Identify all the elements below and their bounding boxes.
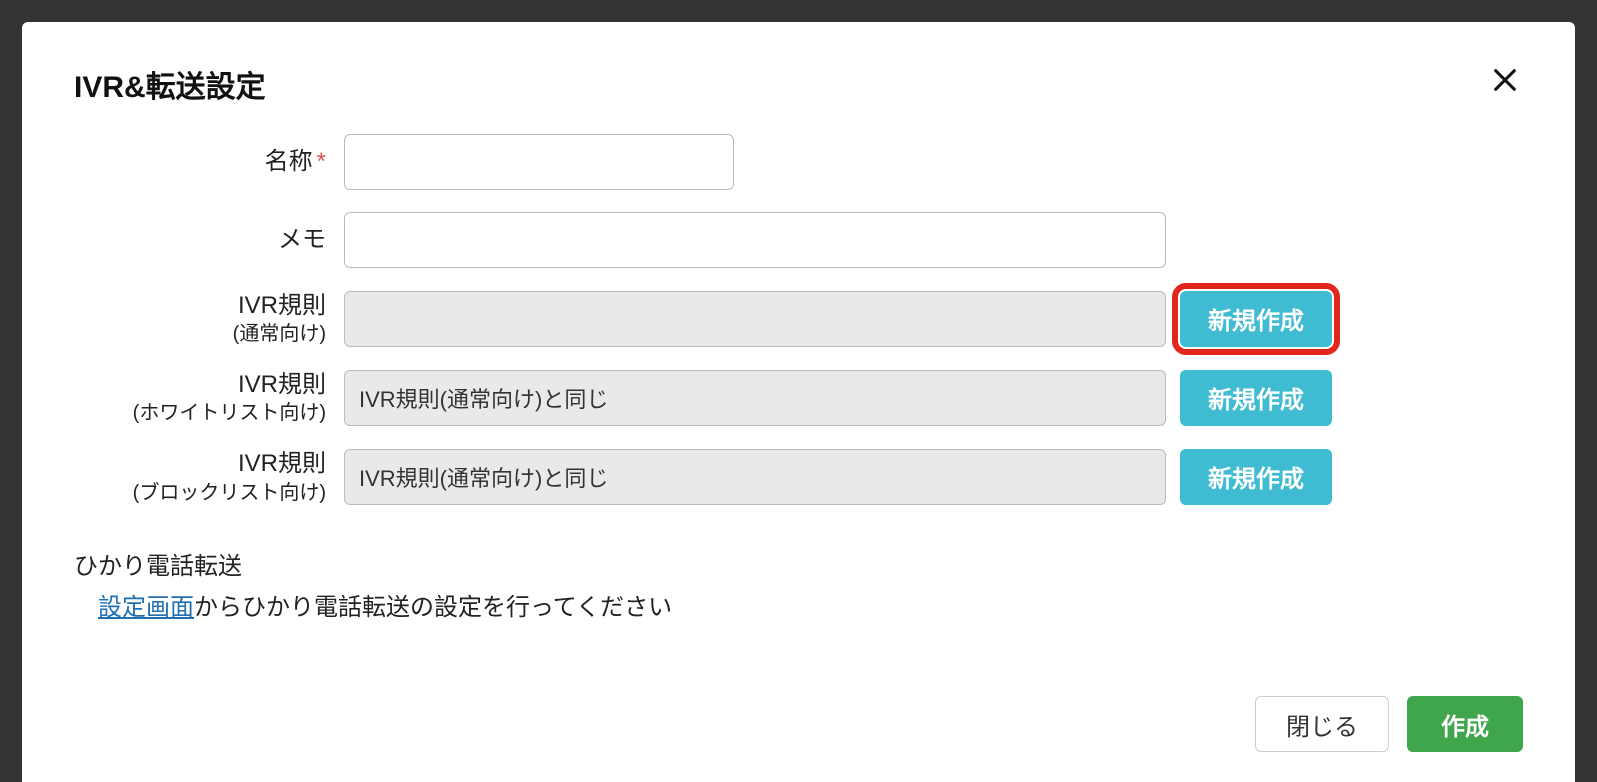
ivr-blocklist-select[interactable]: IVR規則(通常向け)と同じ xyxy=(344,449,1166,505)
label-ivr-normal: IVR規則 (通常向け) xyxy=(74,290,344,347)
row-ivr-whitelist: IVR規則 (ホワイトリスト向け) IVR規則(通常向け)と同じ 新規作成 xyxy=(74,369,1523,426)
memo-input[interactable] xyxy=(344,212,1166,268)
label-ivr-whitelist-text: IVR規則 xyxy=(238,369,326,400)
name-input[interactable] xyxy=(344,134,734,190)
modal-header: IVR&転送設定 xyxy=(74,62,1523,106)
ivr-transfer-settings-modal: IVR&転送設定 名称* メモ IVR規則 (通常向け) 新規作成 xyxy=(22,22,1575,782)
row-name: 名称* xyxy=(74,134,1523,190)
hikari-section: ひかり電話転送 設定画面からひかり電話転送の設定を行ってください xyxy=(74,546,1523,622)
row-ivr-normal: IVR規則 (通常向け) 新規作成 xyxy=(74,290,1523,347)
label-ivr-whitelist: IVR規則 (ホワイトリスト向け) xyxy=(74,369,344,426)
label-ivr-blocklist-text: IVR規則 xyxy=(238,448,326,479)
close-icon-button[interactable] xyxy=(1487,62,1523,98)
ivr-normal-create-button[interactable]: 新規作成 xyxy=(1180,291,1332,347)
label-ivr-whitelist-sub: (ホワイトリスト向け) xyxy=(133,400,326,426)
hikari-description: 設定画面からひかり電話転送の設定を行ってください xyxy=(74,587,1523,622)
close-button[interactable]: 閉じる xyxy=(1255,696,1389,752)
ivr-blocklist-value: IVR規則(通常向け)と同じ xyxy=(359,461,608,493)
ivr-blocklist-create-button[interactable]: 新規作成 xyxy=(1180,449,1332,505)
close-icon xyxy=(1491,66,1519,94)
label-memo-text: メモ xyxy=(278,224,326,255)
required-indicator: * xyxy=(317,148,326,175)
label-ivr-normal-text: IVR規則 xyxy=(238,290,326,321)
hikari-desc-suffix: からひかり電話転送の設定を行ってください xyxy=(194,594,672,621)
ivr-normal-select[interactable] xyxy=(344,291,1166,347)
label-ivr-blocklist: IVR規則 (ブロックリスト向け) xyxy=(74,448,344,505)
hikari-title: ひかり電話転送 xyxy=(74,546,1523,581)
modal-footer: 閉じる 作成 xyxy=(74,666,1523,752)
ivr-whitelist-create-button[interactable]: 新規作成 xyxy=(1180,370,1332,426)
hikari-settings-link[interactable]: 設定画面 xyxy=(98,594,194,621)
label-name: 名称* xyxy=(74,146,344,177)
label-name-text: 名称 xyxy=(265,148,313,175)
ivr-whitelist-value: IVR規則(通常向け)と同じ xyxy=(359,382,608,414)
submit-button[interactable]: 作成 xyxy=(1407,696,1523,752)
label-ivr-blocklist-sub: (ブロックリスト向け) xyxy=(133,480,326,506)
label-ivr-normal-sub: (通常向け) xyxy=(233,321,326,347)
row-ivr-blocklist: IVR規則 (ブロックリスト向け) IVR規則(通常向け)と同じ 新規作成 xyxy=(74,448,1523,505)
modal-title: IVR&転送設定 xyxy=(74,62,266,106)
row-memo: メモ xyxy=(74,212,1523,268)
label-memo: メモ xyxy=(74,224,344,255)
ivr-whitelist-select[interactable]: IVR規則(通常向け)と同じ xyxy=(344,370,1166,426)
